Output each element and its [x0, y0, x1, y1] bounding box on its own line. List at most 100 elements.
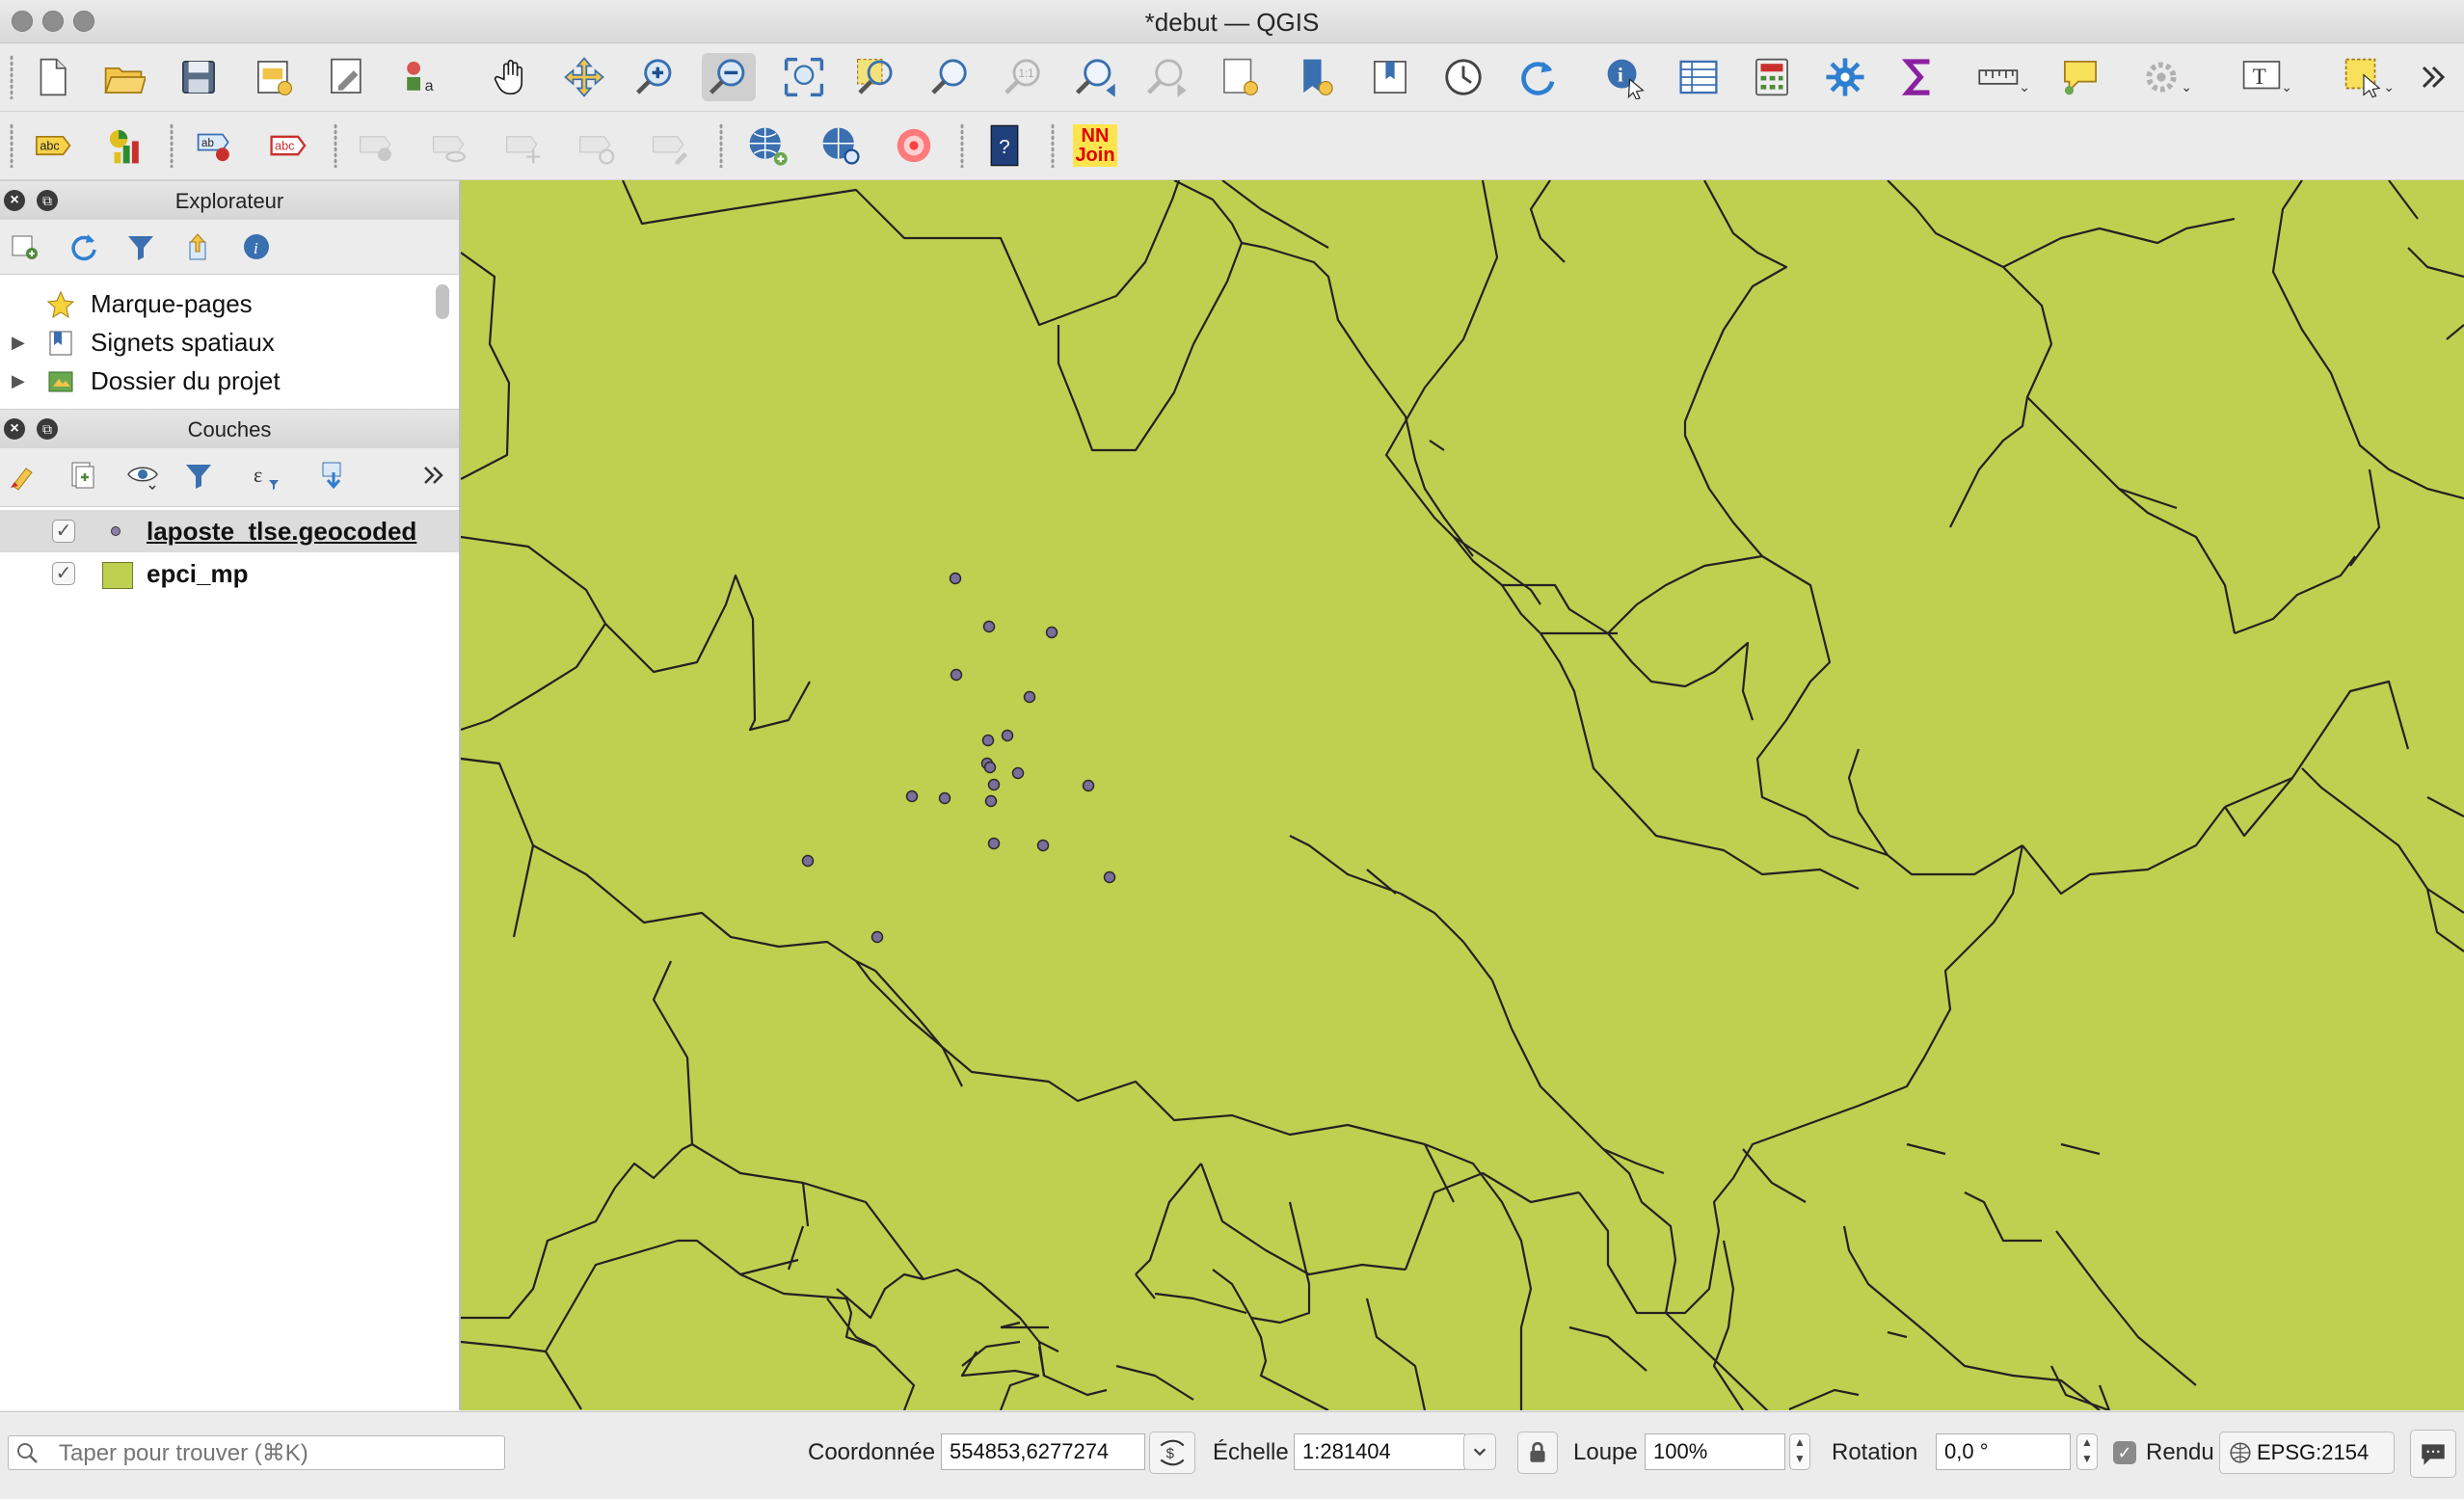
processing-toolbox-icon[interactable]	[1818, 53, 1872, 101]
expand-arrow-icon[interactable]: ▶	[12, 361, 25, 400]
toggle-extents-icon[interactable]: $	[1149, 1432, 1195, 1474]
browser-item-home[interactable]: ▶ Accueil	[0, 400, 424, 408]
new-project-icon[interactable]	[25, 53, 79, 101]
scale-dropdown-icon[interactable]	[1463, 1433, 1496, 1470]
open-project-icon[interactable]	[96, 53, 150, 101]
statistical-summary-icon[interactable]	[1891, 53, 1945, 101]
rotation-label: Rotation	[1832, 1439, 1918, 1465]
toolbar-grip[interactable]	[170, 123, 174, 168]
expand-all-icon[interactable]	[314, 458, 353, 493]
toolbar-grip[interactable]	[960, 123, 964, 168]
identify-features-icon[interactable]: i	[1598, 53, 1652, 101]
toolbar-grip[interactable]	[1051, 123, 1055, 168]
search-input[interactable]	[57, 1438, 495, 1469]
change-label-icon[interactable]	[644, 121, 698, 170]
print-layout-icon[interactable]	[247, 53, 301, 101]
coordinate-field[interactable]: 554853,6277274	[941, 1433, 1145, 1470]
add-group-icon[interactable]	[64, 458, 102, 493]
new-map-view-icon[interactable]	[1213, 53, 1267, 101]
layers-toolbar-overflow-icon[interactable]	[415, 458, 453, 493]
lock-scale-icon[interactable]	[1517, 1432, 1558, 1474]
render-checkbox[interactable]: ✓	[2113, 1441, 2136, 1464]
map-tips-icon[interactable]	[2053, 53, 2107, 101]
filter-browser-icon[interactable]	[121, 229, 160, 264]
browser-scrollbar[interactable]	[436, 284, 449, 319]
field-calculator-icon[interactable]	[1745, 53, 1799, 101]
collapse-all-icon[interactable]	[179, 229, 218, 264]
layer-visibility-checkbox[interactable]: ✓	[52, 520, 75, 543]
zoom-last-icon[interactable]	[1068, 53, 1122, 101]
pin-labels-icon[interactable]: ab	[189, 121, 243, 170]
laposte-point	[801, 854, 815, 868]
temporal-controller-icon[interactable]	[1436, 53, 1490, 101]
properties-info-icon[interactable]: i	[237, 229, 276, 264]
zoom-native-icon[interactable]: 1:1	[995, 53, 1049, 101]
toolbar-grip[interactable]	[719, 123, 723, 168]
show-bookmarks-icon[interactable]	[1363, 53, 1417, 101]
rotate-label-icon[interactable]	[571, 121, 625, 170]
magnifier-stepper[interactable]: ▲ ▼	[1789, 1433, 1810, 1470]
zoom-to-selection-icon[interactable]	[848, 53, 902, 101]
show-hide-labels-icon[interactable]	[424, 121, 478, 170]
toolbar-grip[interactable]	[334, 123, 337, 168]
add-wms-layer-icon[interactable]	[740, 121, 794, 170]
layer-diagram-icon[interactable]	[98, 121, 152, 170]
annotation-settings-icon[interactable]: ⌄	[2134, 53, 2192, 101]
refresh-browser-icon[interactable]	[64, 229, 102, 264]
refresh-icon[interactable]	[1510, 53, 1564, 101]
text-annotation-icon[interactable]: T ⌄	[2235, 53, 2292, 101]
map-canvas[interactable]	[461, 180, 2464, 1410]
zoom-full-icon[interactable]	[777, 53, 831, 101]
layer-row-epci[interactable]: ✓ epci_mp	[0, 552, 459, 595]
pan-map-icon[interactable]	[486, 53, 540, 101]
help-icon[interactable]: ?	[978, 121, 1031, 170]
browser-item-project-folder[interactable]: ▶ Dossier du projet	[0, 361, 424, 400]
expand-arrow-icon[interactable]: ▶	[12, 400, 25, 408]
attribute-table-icon[interactable]	[1672, 53, 1726, 101]
style-manager-icon[interactable]	[320, 53, 374, 101]
locator-search[interactable]	[8, 1435, 505, 1470]
pan-to-selection-icon[interactable]	[557, 53, 611, 101]
nn-join-icon[interactable]: NN Join	[1068, 121, 1122, 170]
laposte-point	[987, 837, 1001, 850]
zoom-to-layer-icon[interactable]	[922, 53, 976, 101]
zoom-in-icon[interactable]	[629, 53, 683, 101]
filter-by-expression-icon[interactable]: ε	[247, 458, 285, 493]
magnifier-field[interactable]: 100%	[1645, 1433, 1785, 1470]
add-selected-layers-icon[interactable]	[6, 229, 44, 264]
select-features-icon[interactable]: ⌄	[2337, 53, 2395, 101]
laposte-point	[1011, 766, 1025, 780]
save-project-icon[interactable]	[172, 53, 226, 101]
new-spatial-bookmark-icon[interactable]	[1290, 53, 1344, 101]
toolbar-overflow-icon[interactable]	[2414, 53, 2452, 101]
layer-name: epci_mp	[147, 559, 249, 588]
browser-item-spatial-bookmarks[interactable]: ▶ Signets spatiaux	[0, 323, 424, 361]
manage-visibility-icon[interactable]	[123, 458, 162, 493]
crs-button[interactable]: EPSG:2154	[2219, 1432, 2395, 1474]
layer-styling-icon[interactable]	[4, 458, 42, 493]
scale-field[interactable]: 1:281404	[1294, 1433, 1465, 1470]
rotation-stepper[interactable]: ▲ ▼	[2076, 1433, 2098, 1470]
measure-line-icon[interactable]: ⌄	[1972, 53, 2030, 101]
browser-item-bookmarks[interactable]: Marque-pages	[0, 284, 424, 323]
zoom-out-icon[interactable]	[702, 53, 756, 101]
zoom-next-icon[interactable]	[1139, 53, 1193, 101]
messages-icon[interactable]	[2410, 1430, 2456, 1478]
layer-labeling-icon[interactable]: abc	[25, 121, 79, 170]
symbology-icon[interactable]: a	[393, 53, 447, 101]
laposte-point	[950, 668, 963, 682]
expand-arrow-icon[interactable]: ▶	[12, 323, 25, 361]
toolbar-grip[interactable]	[10, 123, 13, 168]
quick-osm-icon[interactable]	[887, 121, 941, 170]
layer-visibility-checkbox[interactable]: ✓	[52, 562, 75, 585]
metasearch-icon[interactable]	[814, 121, 868, 170]
highlight-pinned-labels-icon[interactable]: abc	[262, 121, 316, 170]
laposte-point	[984, 794, 998, 808]
filter-legend-icon[interactable]	[179, 458, 218, 493]
laposte-point-group	[801, 572, 1116, 944]
toolbar-grip[interactable]	[10, 55, 13, 99]
rotation-field[interactable]: 0,0 °	[1936, 1433, 2071, 1470]
move-label-icon[interactable]	[351, 121, 405, 170]
layer-row-laposte[interactable]: ✓ laposte_tlse.geocoded	[0, 510, 459, 552]
move-label-arrows-icon[interactable]	[497, 121, 551, 170]
